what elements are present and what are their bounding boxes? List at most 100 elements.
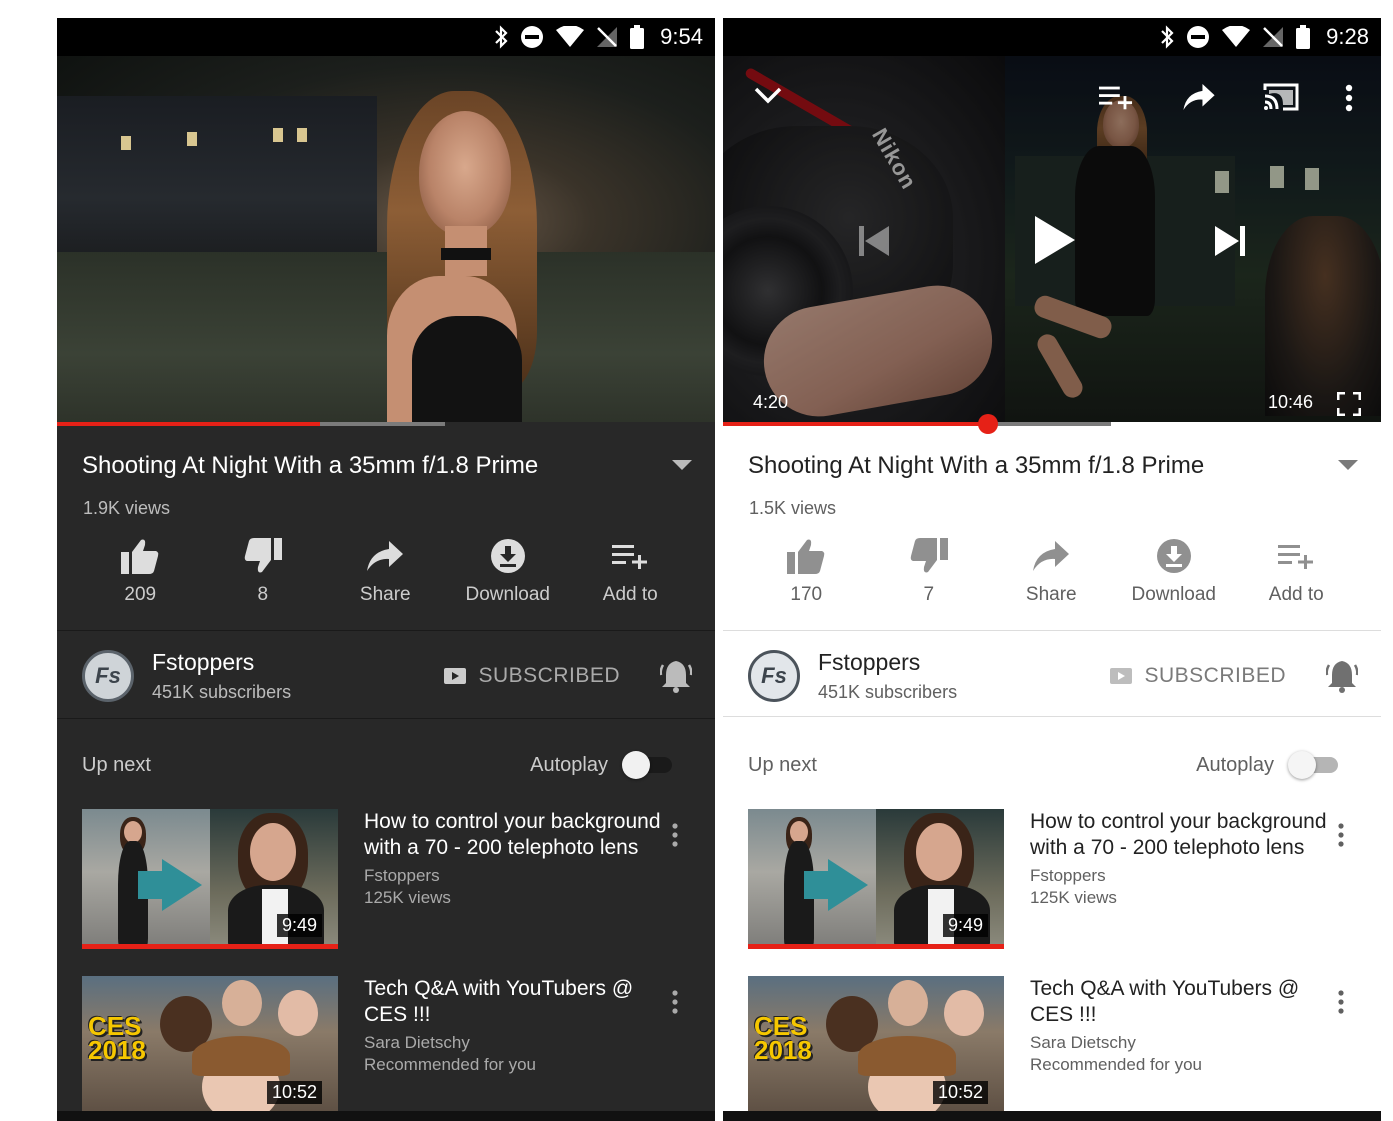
- video-title-row[interactable]: Shooting At Night With a 35mm f/1.8 Prim…: [82, 452, 692, 480]
- channel-row[interactable]: Fs Fstoppers 451K subscribers SUBSCRIBED: [748, 646, 1358, 706]
- no-signal-icon: [1263, 27, 1284, 47]
- expand-description-icon[interactable]: [672, 460, 692, 472]
- video-duration: 10:52: [266, 1081, 322, 1104]
- subscription-play-icon: [444, 668, 467, 684]
- add-to-button[interactable]: Add to: [1235, 538, 1358, 606]
- view-count: 1.9K views: [83, 498, 171, 518]
- fullscreen-icon[interactable]: [1337, 392, 1361, 416]
- dislike-button[interactable]: 8: [202, 538, 325, 606]
- video-duration: 9:49: [276, 914, 322, 937]
- video-player[interactable]: Nikon 4:20 10:46: [723, 56, 1381, 422]
- channel-avatar[interactable]: Fs: [82, 650, 134, 702]
- more-vert-icon[interactable]: [672, 823, 678, 847]
- up-next-label: Up next: [748, 753, 817, 776]
- watched-indicator: [82, 944, 338, 949]
- view-count: 1.5K views: [749, 498, 837, 518]
- video-thumbnail[interactable]: 9:49: [82, 809, 338, 949]
- window-light: [121, 136, 131, 150]
- add-to-playlist-icon: [1278, 545, 1314, 569]
- list-item[interactable]: 9:49 How to control your background with…: [748, 809, 1368, 949]
- download-icon: [490, 539, 525, 573]
- scrubber-handle[interactable]: [978, 414, 998, 434]
- video-thumbnail[interactable]: CES 2018 10:52: [748, 976, 1004, 1116]
- minimize-chevron-icon[interactable]: [753, 86, 783, 104]
- like-button[interactable]: 209: [79, 538, 202, 606]
- video-thumbnail[interactable]: 9:49: [748, 809, 1004, 949]
- item-title: How to control your background with a 70…: [364, 810, 661, 859]
- background-building: [57, 96, 377, 266]
- thumbs-up-icon: [121, 539, 159, 574]
- video-duration: 9:49: [942, 914, 988, 937]
- video-title: Shooting At Night With a 35mm f/1.8 Prim…: [82, 452, 539, 479]
- bottom-edge: [723, 1111, 1381, 1121]
- choker: [441, 248, 491, 260]
- autoplay-label: Autoplay: [1196, 753, 1274, 776]
- channel-row[interactable]: Fs Fstoppers 451K subscribers SUBSCRIBED: [82, 646, 692, 706]
- add-to-button[interactable]: Add to: [569, 538, 692, 606]
- video-title-row[interactable]: Shooting At Night With a 35mm f/1.8 Prim…: [748, 452, 1358, 480]
- download-button[interactable]: Download: [1113, 538, 1236, 606]
- previous-icon[interactable]: [857, 224, 891, 258]
- like-button[interactable]: 170: [745, 538, 868, 606]
- notification-bell-icon[interactable]: [1326, 659, 1358, 693]
- add-to-playlist-icon: [612, 545, 648, 569]
- item-title: How to control your background with a 70…: [1030, 810, 1327, 859]
- share-button[interactable]: Share: [990, 538, 1113, 606]
- more-vert-icon[interactable]: [1338, 823, 1344, 847]
- list-item[interactable]: 9:49 How to control your background with…: [82, 809, 702, 949]
- share-icon[interactable]: [1183, 84, 1215, 110]
- thumbs-down-icon: [244, 538, 282, 573]
- video-duration: 10:52: [932, 1081, 988, 1104]
- current-time: 4:20: [753, 392, 789, 412]
- video-thumbnail[interactable]: CES 2018 10:52: [82, 976, 338, 1116]
- background-street: [57, 252, 715, 422]
- bottom-edge: [57, 1111, 715, 1121]
- next-icon[interactable]: [1213, 224, 1247, 258]
- more-vert-icon[interactable]: [1345, 84, 1353, 112]
- up-next-label: Up next: [82, 753, 151, 776]
- list-item[interactable]: CES 2018 10:52 Tech Q&A with YouTubers @ …: [82, 976, 702, 1116]
- share-button[interactable]: Share: [324, 538, 447, 606]
- subscribed-button[interactable]: SUBSCRIBED: [444, 664, 620, 688]
- status-time: 9:54: [660, 24, 703, 49]
- list-item[interactable]: CES 2018 10:52 Tech Q&A with YouTubers @ …: [748, 976, 1368, 1116]
- expand-description-icon[interactable]: [1338, 460, 1358, 472]
- download-button[interactable]: Download: [447, 538, 570, 606]
- woman-dress: [412, 316, 522, 422]
- status-bar: 9:28: [723, 18, 1381, 56]
- more-vert-icon[interactable]: [672, 990, 678, 1014]
- subscribed-button[interactable]: SUBSCRIBED: [1110, 664, 1286, 688]
- status-time: 9:28: [1326, 24, 1369, 49]
- play-icon[interactable]: [1033, 214, 1077, 266]
- action-bar: 170 7 Share Download Add to: [745, 538, 1367, 606]
- dislike-button[interactable]: 7: [868, 538, 991, 606]
- autoplay-toggle[interactable]: [622, 751, 672, 779]
- cast-icon[interactable]: [1263, 82, 1299, 112]
- notification-bell-icon[interactable]: [660, 659, 692, 693]
- no-signal-icon: [597, 27, 618, 47]
- divider: [57, 718, 715, 719]
- divider: [723, 630, 1381, 631]
- share-icon: [1033, 541, 1070, 571]
- channel-avatar[interactable]: Fs: [748, 650, 800, 702]
- autoplay-label: Autoplay: [530, 753, 608, 776]
- more-vert-icon[interactable]: [1338, 990, 1344, 1014]
- wifi-icon: [556, 26, 585, 47]
- item-channel: Fstoppers: [364, 866, 440, 885]
- autoplay-toggle[interactable]: [1288, 751, 1338, 779]
- thumbs-down-icon: [910, 538, 948, 573]
- item-channel: Sara Dietschy: [364, 1033, 470, 1052]
- divider: [723, 716, 1381, 717]
- add-to-playlist-icon[interactable]: [1099, 84, 1133, 110]
- video-player[interactable]: [57, 56, 715, 422]
- window-light: [297, 128, 307, 142]
- arrow-graphic: [828, 859, 868, 911]
- total-time: 10:46: [1268, 392, 1314, 412]
- item-views: Recommended for you: [1030, 1055, 1202, 1074]
- progress-bar[interactable]: [723, 422, 1111, 426]
- item-views: 125K views: [364, 888, 451, 907]
- light-theme-screen: 9:28 Nikon 4:20 10:46 Shooting At Night …: [723, 18, 1381, 1121]
- battery-icon: [630, 25, 645, 49]
- channel-name: Fstoppers: [818, 649, 921, 675]
- progress-bar[interactable]: [57, 422, 445, 426]
